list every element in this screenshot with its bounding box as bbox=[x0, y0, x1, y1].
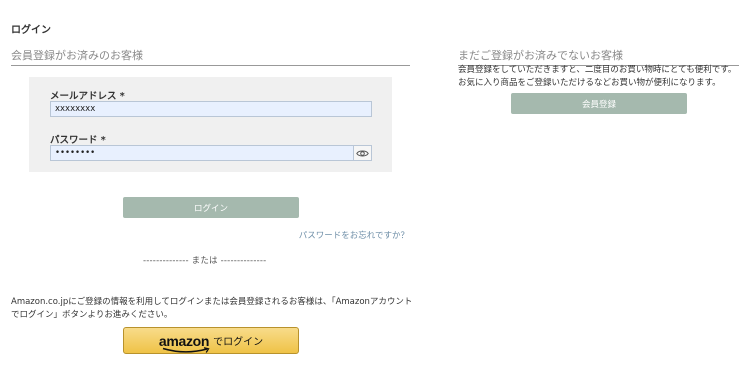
member-section-heading: 会員登録がお済みのお客様 bbox=[11, 47, 410, 66]
page-title: ログイン bbox=[11, 25, 51, 36]
amazon-logo: amazon bbox=[159, 333, 209, 353]
guest-description-line-1: 会員登録をしていただきますと、二度目のお買い物時にとても便利です。 bbox=[458, 65, 737, 75]
email-label: メールアドレス * bbox=[50, 91, 125, 102]
eye-icon bbox=[356, 150, 369, 156]
password-field[interactable] bbox=[50, 145, 354, 161]
login-button[interactable]: ログイン bbox=[123, 197, 299, 218]
amazon-login-label: でログイン bbox=[213, 337, 264, 348]
amazon-smile-icon bbox=[162, 346, 210, 353]
amazon-login-button[interactable]: amazon でログイン bbox=[123, 327, 299, 354]
guest-description-line-2: お気に入り商品をご登録いただけるなどお買い物が便利になります。 bbox=[458, 78, 721, 88]
show-password-button[interactable] bbox=[354, 145, 372, 161]
or-divider: -------------- または -------------- bbox=[143, 256, 267, 266]
guest-description: 会員登録をしていただきますと、二度目のお買い物時にとても便利です。 お気に入り商… bbox=[458, 64, 748, 90]
password-label: パスワード * bbox=[50, 135, 106, 146]
amazon-login-description: Amazon.co.jpにご登録の情報を利用してログインまたは会員登録されるお客… bbox=[11, 296, 416, 322]
register-button[interactable]: 会員登録 bbox=[511, 93, 687, 114]
amazon-description-line-1: Amazon.co.jpにご登録の情報を利用してログインまたは会員登録されるお客… bbox=[11, 297, 413, 307]
amazon-description-line-2: でログイン」ボタンよりお進みください。 bbox=[11, 310, 173, 320]
email-field[interactable] bbox=[50, 101, 372, 117]
forgot-password-link[interactable]: パスワードをお忘れですか？ bbox=[299, 229, 409, 241]
